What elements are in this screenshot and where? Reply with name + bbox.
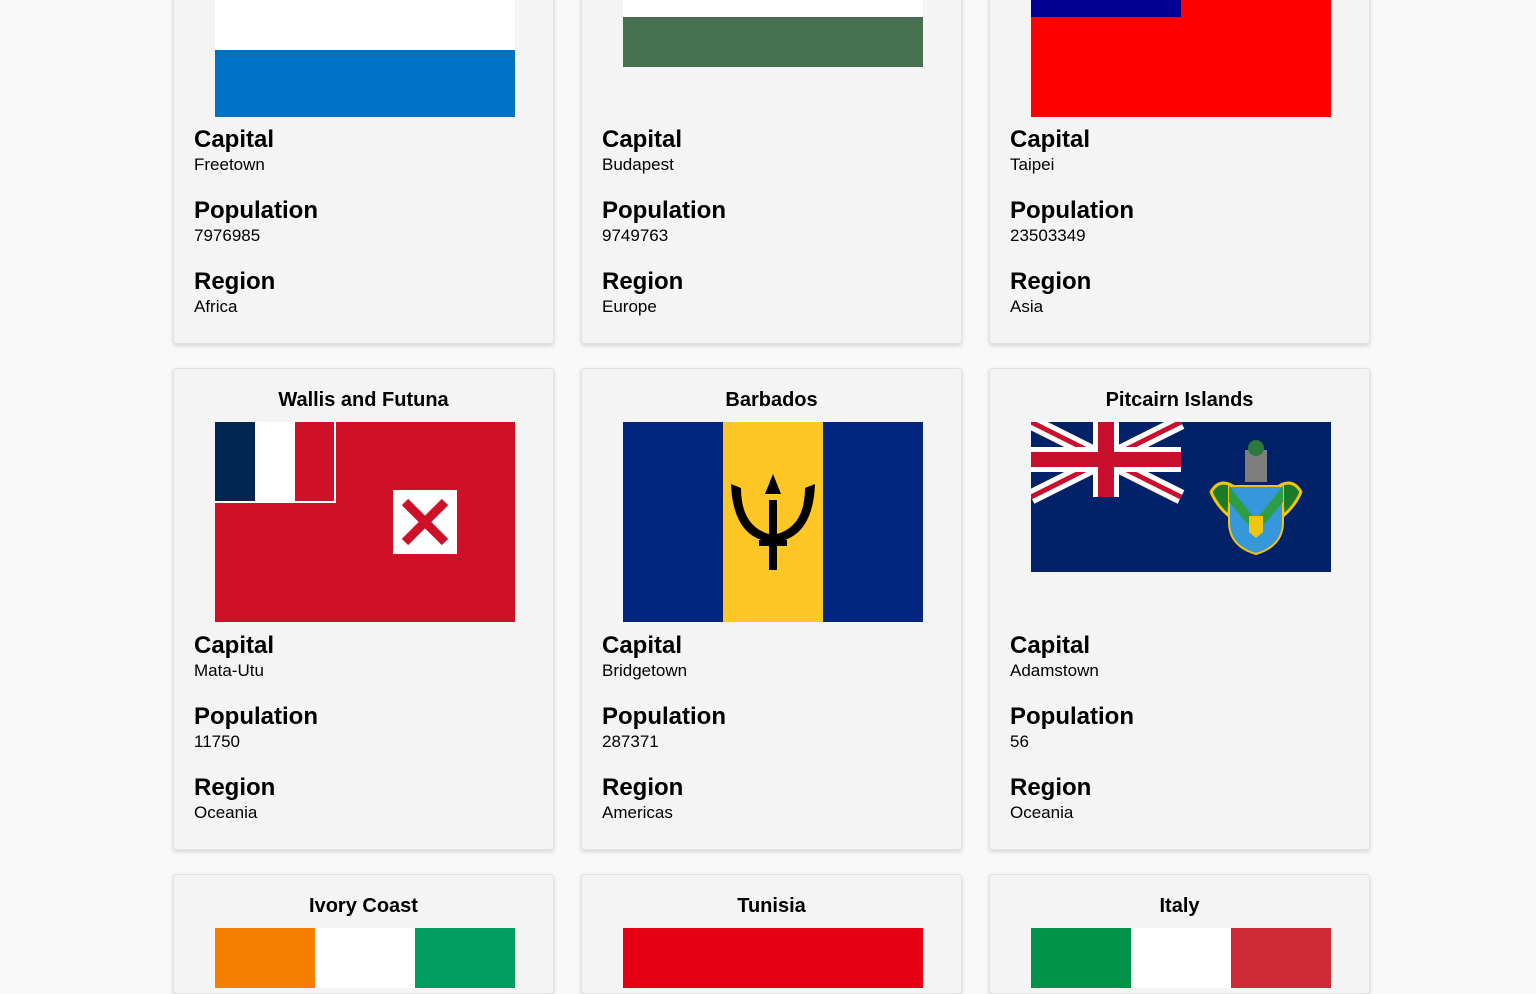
region-value: Oceania bbox=[1010, 803, 1074, 822]
country-card-ivory-coast[interactable]: Ivory Coast bbox=[173, 874, 554, 994]
population-value: 7976985 bbox=[194, 226, 261, 245]
region-value: Americas bbox=[602, 803, 673, 822]
country-card-tunisia[interactable]: Tunisia bbox=[581, 874, 962, 994]
capital-label: Capital bbox=[602, 126, 683, 153]
country-card-barbados[interactable]: Barbados Capital Bridgetown Population 2… bbox=[581, 368, 962, 850]
country-name: Pitcairn Islands bbox=[1105, 389, 1254, 411]
population-value: 9749763 bbox=[602, 226, 669, 245]
country-card-hungary[interactable]: Capital Budapest Population 9749763 Regi… bbox=[581, 0, 962, 344]
population-label: Population bbox=[602, 703, 726, 730]
region-label: Region bbox=[602, 268, 684, 295]
region-label: Region bbox=[602, 774, 684, 801]
population-label: Population bbox=[194, 197, 318, 224]
tunisia-flag bbox=[623, 928, 923, 988]
country-name: Tunisia bbox=[737, 895, 806, 917]
country-card-wallis-and-futuna[interactable]: Wallis and Futuna Capital Mata-Utu Popul… bbox=[173, 368, 554, 850]
population-label: Population bbox=[602, 197, 726, 224]
region-label: Region bbox=[1010, 774, 1092, 801]
sierra-leone-flag bbox=[215, 0, 515, 117]
capital-value: Mata-Utu bbox=[194, 661, 264, 680]
country-card-pitcairn-islands[interactable]: Pitcairn Islands Capital Adamstown Popul… bbox=[989, 368, 1370, 850]
ivory-coast-flag bbox=[215, 928, 515, 988]
region-value: Africa bbox=[194, 297, 238, 316]
hungary-flag bbox=[623, 0, 923, 67]
country-name: Ivory Coast bbox=[309, 895, 418, 917]
population-value: 56 bbox=[1010, 732, 1029, 751]
capital-label: Capital bbox=[194, 126, 275, 153]
region-value: Asia bbox=[1010, 297, 1044, 316]
region-label: Region bbox=[194, 774, 276, 801]
capital-value: Taipei bbox=[1010, 155, 1055, 174]
population-value: 11750 bbox=[194, 732, 241, 751]
capital-value: Budapest bbox=[602, 155, 674, 174]
population-label: Population bbox=[194, 703, 318, 730]
population-value: 287371 bbox=[602, 732, 659, 751]
barbados-flag bbox=[623, 422, 923, 622]
wallis-and-futuna-flag bbox=[215, 422, 515, 622]
region-value: Oceania bbox=[194, 803, 258, 822]
population-label: Population bbox=[1010, 703, 1134, 730]
region-value: Europe bbox=[602, 297, 657, 316]
country-name: Barbados bbox=[725, 389, 818, 411]
population-label: Population bbox=[1010, 197, 1134, 224]
taiwan-flag bbox=[1031, 0, 1331, 117]
country-card-italy[interactable]: Italy bbox=[989, 874, 1370, 994]
capital-value: Freetown bbox=[194, 155, 265, 174]
country-name: Italy bbox=[1159, 895, 1200, 917]
union-jack-icon bbox=[1031, 422, 1185, 504]
country-card-sierra-leone[interactable]: Capital Freetown Population 7976985 Regi… bbox=[173, 0, 554, 344]
capital-label: Capital bbox=[1010, 126, 1091, 153]
region-label: Region bbox=[1010, 268, 1092, 295]
capital-value: Bridgetown bbox=[602, 661, 688, 680]
capital-label: Capital bbox=[1010, 632, 1091, 659]
country-name: Wallis and Futuna bbox=[278, 389, 449, 411]
capital-label: Capital bbox=[602, 632, 683, 659]
capital-value: Adamstown bbox=[1010, 661, 1099, 680]
region-label: Region bbox=[194, 268, 276, 295]
country-card-taiwan[interactable]: Capital Taipei Population 23503349 Regio… bbox=[989, 0, 1370, 344]
italy-flag bbox=[1031, 928, 1331, 988]
pitcairn-islands-flag bbox=[1031, 422, 1331, 572]
population-value: 23503349 bbox=[1010, 226, 1086, 245]
capital-label: Capital bbox=[194, 632, 275, 659]
